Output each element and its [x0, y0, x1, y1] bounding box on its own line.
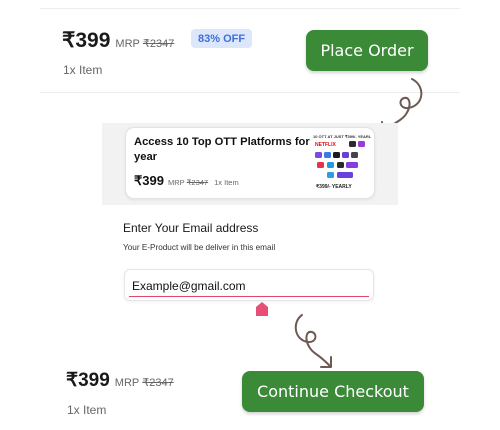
- ott-logo-tile: [337, 162, 344, 168]
- ott-logo-tile: [327, 172, 334, 178]
- ott-logo-tile: [358, 141, 365, 147]
- email-input[interactable]: Example@gmail.com: [124, 269, 374, 301]
- top-quantity: 1x Item: [63, 63, 103, 77]
- email-subtext: Your E-Product will be deliver in this e…: [123, 243, 276, 252]
- bottom-quantity: 1x Item: [67, 403, 107, 417]
- product-card[interactable]: Access 10 Top OTT Platforms for year ₹39…: [125, 127, 375, 199]
- bottom-price-row: ₹399 MRP ₹2347: [66, 369, 174, 392]
- home-marker-icon: [256, 302, 268, 316]
- top-price: ₹399: [62, 29, 111, 52]
- place-order-button[interactable]: Place Order: [306, 30, 428, 71]
- ott-logo-tile: [346, 162, 358, 168]
- top-mrp-value: ₹2347: [142, 38, 175, 50]
- curly-arrow-down-icon: [294, 314, 332, 368]
- ott-logo-tile: [315, 152, 322, 158]
- bottom-mrp-value: ₹2347: [142, 377, 174, 389]
- ott-logo-tile: [342, 152, 349, 158]
- ott-logo-tile: [333, 152, 340, 158]
- product-quantity: 1x Item: [214, 178, 239, 187]
- ott-logo-tile: [327, 162, 334, 168]
- bottom-mrp-label: MRP: [114, 377, 140, 389]
- product-mrp-value: ₹2347: [186, 178, 209, 187]
- netflix-logo: NETFLIX: [315, 142, 336, 148]
- top-mrp-label: MRP: [115, 38, 140, 50]
- product-title: Access 10 Top OTT Platforms for year: [134, 136, 310, 163]
- thumbnail-headline: 10 OTT AT JUST ₹399/- YEARLY: [313, 134, 371, 139]
- ott-logo-tile: [317, 162, 324, 168]
- continue-checkout-button[interactable]: Continue Checkout: [242, 371, 424, 412]
- ott-logo-tile: [349, 141, 356, 147]
- ott-logo-tile: [351, 152, 358, 158]
- email-input-value: Example@gmail.com: [132, 279, 246, 293]
- top-price-row: ₹399 MRP ₹2347: [62, 28, 174, 53]
- top-divider: [40, 8, 460, 9]
- product-price: ₹399: [134, 173, 164, 188]
- continue-checkout-label: Continue Checkout: [257, 382, 409, 401]
- product-thumbnail: 10 OTT AT JUST ₹399/- YEARLY NETFLIX ₹39…: [313, 134, 371, 194]
- ott-logo-tile: [337, 172, 353, 178]
- place-order-label: Place Order: [320, 41, 414, 60]
- discount-badge: 83% OFF: [191, 29, 253, 48]
- ott-logo-tile: [324, 152, 331, 158]
- bottom-price: ₹399: [66, 370, 110, 391]
- product-mrp-label: MRP: [167, 178, 185, 187]
- product-price-row: ₹399 MRP ₹2347 1x Item: [134, 173, 239, 189]
- email-input-underline: [129, 295, 369, 297]
- thumbnail-footer: ₹399/- YEARLY: [316, 184, 352, 190]
- email-heading: Enter Your Email address: [123, 221, 259, 235]
